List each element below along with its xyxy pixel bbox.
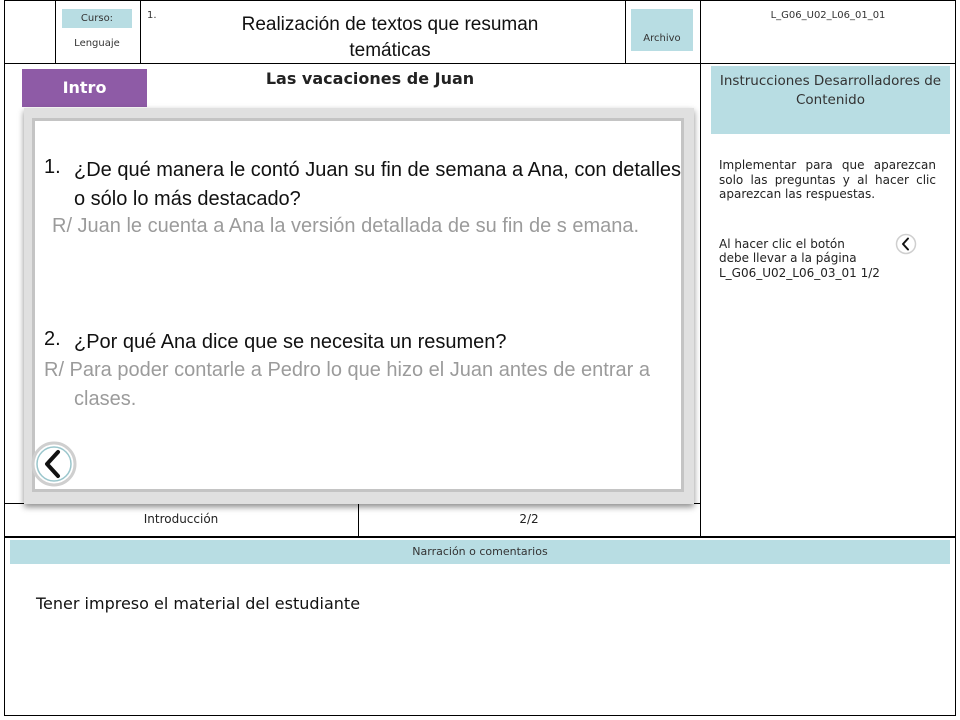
instructions-header: Instrucciones Desarrolladores de Conteni… — [711, 66, 950, 134]
slide-number: 1. — [147, 10, 157, 21]
archivo-text: Archivo — [643, 33, 681, 44]
chevron-left-icon — [31, 441, 77, 487]
intro-tab[interactable]: Intro — [22, 69, 147, 107]
section-label: Introducción — [143, 512, 219, 526]
page-indicator: 2/2 — [519, 512, 539, 526]
question-2-text: ¿Por qué Ana dice que se necesita un res… — [74, 331, 507, 353]
archivo-label: Archivo — [631, 9, 693, 51]
question-1-number: 1. — [44, 156, 61, 178]
page-title: Realización de textos que resuman temáti… — [241, 14, 539, 61]
instructions-para-1: Implementar para que aparezcan solo las … — [719, 158, 936, 201]
chevron-left-icon — [895, 233, 917, 255]
instructions-para-2-line-3: L_G06_U02_L06_03_01 1/2 — [719, 266, 880, 280]
question-1-text: ¿De qué manera le contó Juan su fin de s… — [74, 159, 682, 210]
curso-value: Lenguaje — [74, 38, 120, 49]
answer-2-text: R/ Para poder contarle a Pedro lo que hi… — [44, 359, 650, 410]
file-code: L_G06_U02_L06_01_01 — [770, 10, 886, 21]
curso-label: Curso: — [62, 9, 132, 28]
narration-header: Narración o comentarios — [10, 540, 950, 564]
answer-1-text: R/ Juan le cuenta a Ana la versión detal… — [52, 215, 640, 237]
small-back-button — [895, 233, 917, 255]
instructions-para-2-line-1: Al hacer clic el botón — [719, 237, 845, 251]
instructions-para-2-line-2: debe llevar a la página — [719, 251, 857, 265]
narration-text: Tener impreso el material del estudiante — [36, 594, 361, 613]
back-button[interactable] — [30, 440, 78, 488]
question-2-number: 2. — [44, 328, 61, 350]
slide-title: Las vacaciones de Juan — [265, 69, 475, 88]
